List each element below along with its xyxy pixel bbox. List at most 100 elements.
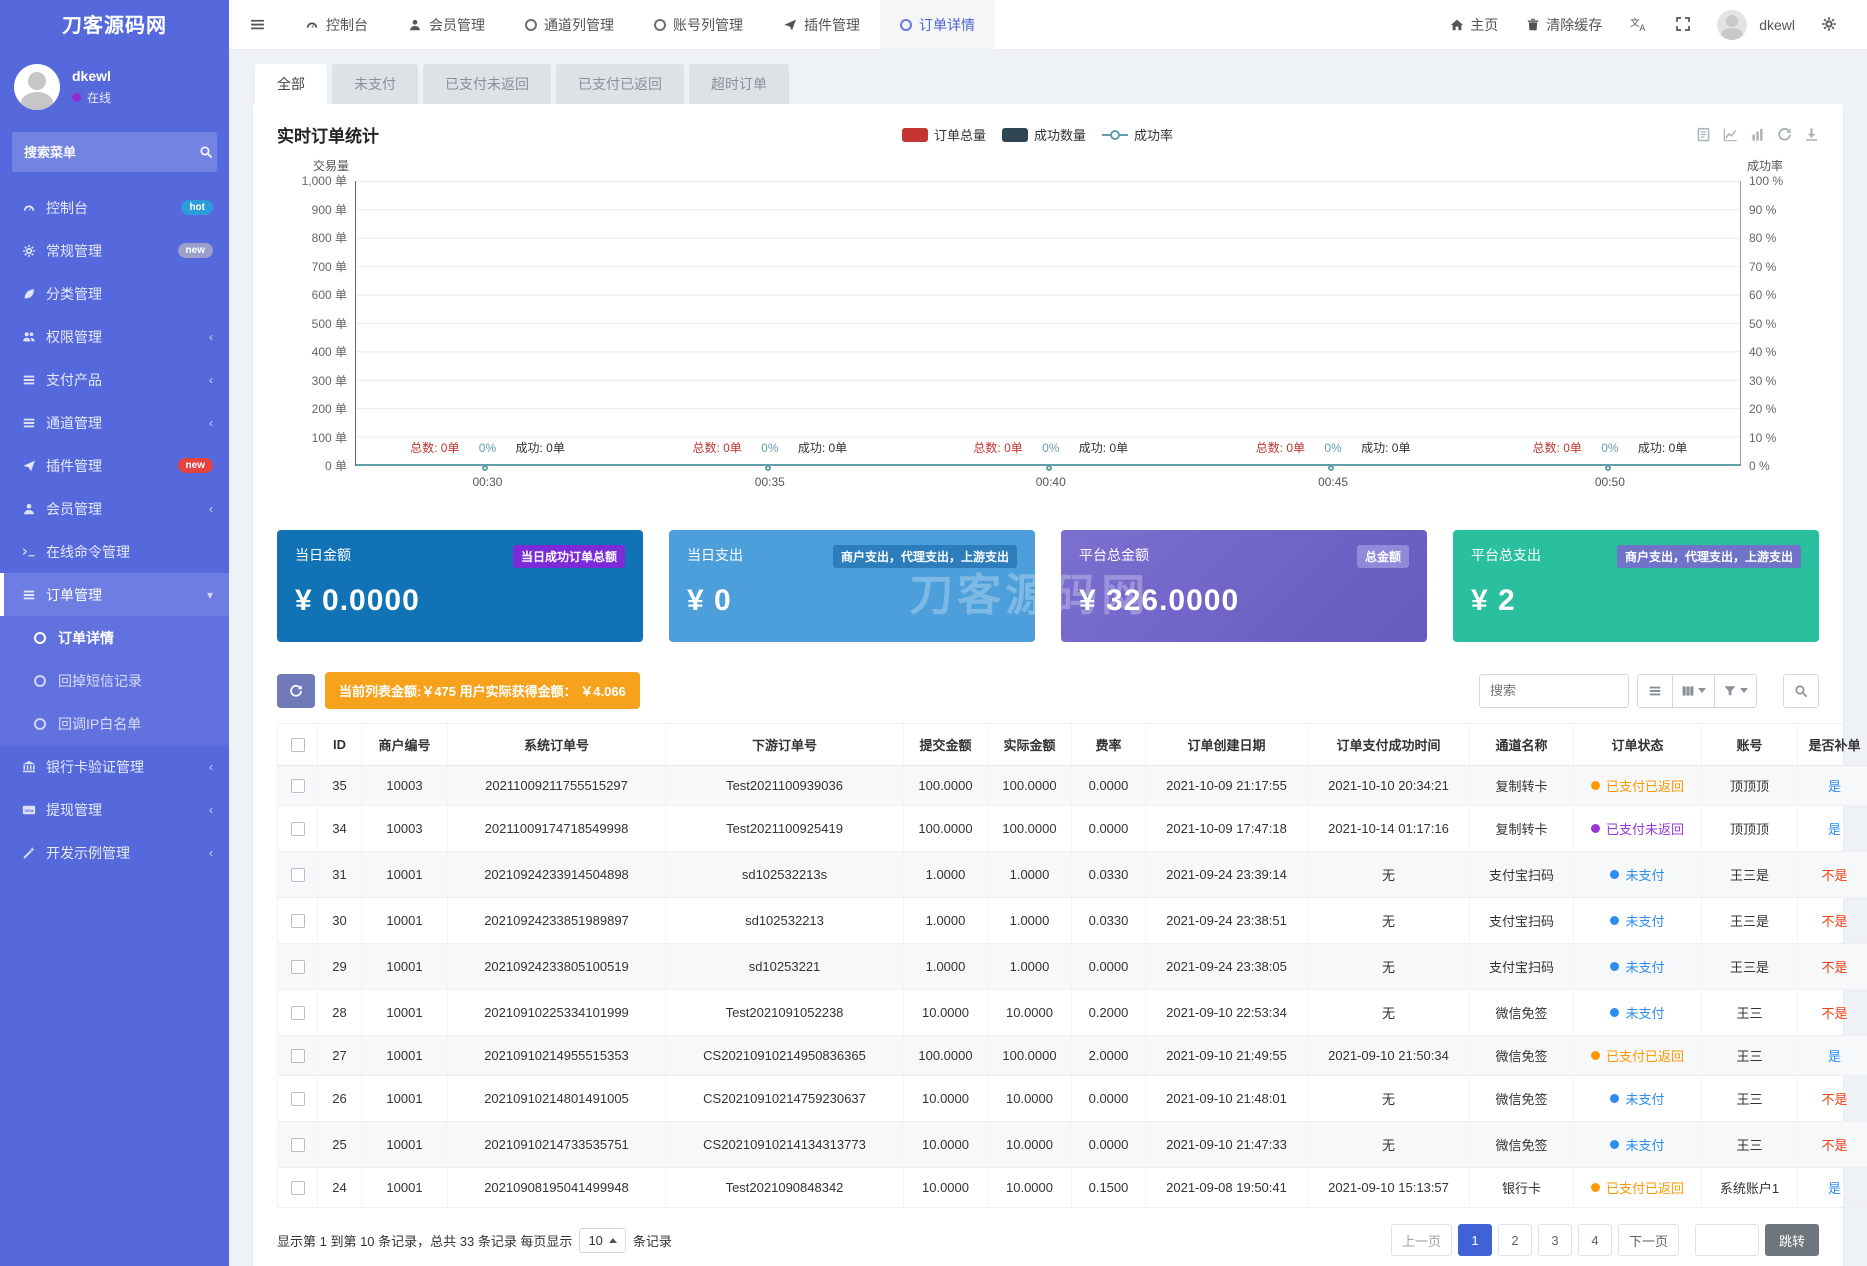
col-makeup[interactable]: 是否补单: [1798, 724, 1867, 766]
row-checkbox[interactable]: [291, 822, 305, 836]
settings-button[interactable]: [1809, 16, 1849, 33]
row-checkbox[interactable]: [291, 914, 305, 928]
search-icon[interactable]: [199, 145, 213, 160]
page-button[interactable]: 1: [1458, 1224, 1492, 1256]
sidebar-item[interactable]: 插件管理 new: [0, 444, 229, 487]
col-id[interactable]: ID: [318, 724, 362, 766]
sidebar-user-box[interactable]: dkewl 在线: [0, 52, 229, 126]
stat-card: 当日金额 当日成功订单总额 ¥ 0.0000: [277, 530, 643, 642]
sidebar-item[interactable]: 控制台 hot: [0, 186, 229, 229]
chart-download-icon[interactable]: [1804, 127, 1819, 142]
line-chart-icon[interactable]: [1723, 127, 1738, 142]
topnav-item[interactable]: 控制台: [285, 0, 388, 49]
topnav-item[interactable]: 订单详情: [880, 0, 995, 49]
jump-page-input[interactable]: [1695, 1224, 1759, 1256]
page-button[interactable]: 4: [1578, 1224, 1612, 1256]
toggle-view-button[interactable]: [1637, 674, 1673, 708]
export-button[interactable]: [1715, 674, 1757, 708]
col-account[interactable]: 账号: [1702, 724, 1798, 766]
data-view-icon[interactable]: [1696, 127, 1711, 142]
cell-rate: 2.0000: [1072, 1036, 1146, 1076]
stat-card-title: 当日金额: [295, 545, 351, 565]
sidebar-item[interactable]: 权限管理 ‹: [0, 315, 229, 358]
legend-success-count[interactable]: 成功数量: [1002, 125, 1086, 144]
sidebar-item[interactable]: 分类管理: [0, 272, 229, 315]
sidebar-item[interactable]: 在线命令管理: [0, 530, 229, 573]
col-actual-amount[interactable]: 实际金额: [988, 724, 1072, 766]
translate-icon: [1630, 16, 1647, 33]
chevron-icon: ‹: [209, 373, 213, 387]
row-checkbox[interactable]: [291, 1006, 305, 1020]
topnav-item[interactable]: 通道列管理: [505, 0, 634, 49]
legend-line-marker: [1102, 134, 1128, 136]
sidebar-item[interactable]: 通道管理 ‹: [0, 401, 229, 444]
legend-success-rate[interactable]: 成功率: [1102, 125, 1173, 144]
topbar-username[interactable]: dkewl: [1759, 17, 1795, 33]
col-channel[interactable]: 通道名称: [1470, 724, 1574, 766]
translate-button[interactable]: [1618, 16, 1659, 34]
sidebar-item[interactable]: 回调IP白名单: [0, 702, 229, 745]
sidebar-item[interactable]: 支付产品 ‹: [0, 358, 229, 401]
chart-legend: 订单总量 成功数量 成功率: [902, 125, 1173, 144]
table-search-input[interactable]: [1479, 674, 1629, 708]
page-button[interactable]: 3: [1538, 1224, 1572, 1256]
legend-total[interactable]: 订单总量: [902, 125, 986, 144]
sidebar-item[interactable]: 开发示例管理 ‹: [0, 831, 229, 874]
cell-id: 31: [318, 852, 362, 898]
per-page-select[interactable]: 10: [579, 1228, 625, 1253]
chart-refresh-icon[interactable]: [1777, 127, 1792, 142]
sidebar-item-label: 支付产品: [46, 370, 205, 390]
sidebar-search-input[interactable]: [24, 145, 199, 160]
fullscreen-button[interactable]: [1663, 16, 1703, 33]
col-created[interactable]: 订单创建日期: [1146, 724, 1308, 766]
page-button[interactable]: 2: [1498, 1224, 1532, 1256]
col-paid-time[interactable]: 订单支付成功时间: [1308, 724, 1470, 766]
home-link[interactable]: 主页: [1438, 0, 1510, 50]
col-submit-amount[interactable]: 提交金额: [904, 724, 988, 766]
topnav-item[interactable]: 账号列管理: [634, 0, 763, 49]
row-checkbox[interactable]: [291, 779, 305, 793]
row-checkbox[interactable]: [291, 868, 305, 882]
col-downstream-order-no[interactable]: 下游订单号: [666, 724, 904, 766]
row-checkbox[interactable]: [291, 1138, 305, 1152]
cell-system-order-no: 20210910214955515353: [448, 1036, 666, 1076]
filter-tab[interactable]: 已支付未返回: [423, 64, 551, 104]
row-checkbox[interactable]: [291, 960, 305, 974]
next-page-button[interactable]: 下一页: [1618, 1224, 1679, 1256]
status-badge: 已支付已返回: [1591, 776, 1684, 795]
sidebar-item[interactable]: 回掉短信记录: [0, 659, 229, 702]
col-system-order-no[interactable]: 系统订单号: [448, 724, 666, 766]
sidebar-item-icon: [22, 459, 46, 473]
row-checkbox[interactable]: [291, 1092, 305, 1106]
filter-tab[interactable]: 全部: [255, 64, 327, 104]
topnav-item[interactable]: 插件管理: [763, 0, 880, 49]
row-checkbox[interactable]: [291, 1049, 305, 1063]
cell-rate: 0.0000: [1072, 766, 1146, 806]
topnav-item[interactable]: 会员管理: [388, 0, 505, 49]
sidebar-item[interactable]: 提现管理 ‹: [0, 788, 229, 831]
sidebar-item[interactable]: 订单管理 ▾: [0, 573, 229, 616]
menu-toggle-icon[interactable]: [229, 0, 285, 49]
col-rate[interactable]: 费率: [1072, 724, 1146, 766]
sidebar-item[interactable]: 订单详情: [0, 616, 229, 659]
topnav-item-label: 插件管理: [804, 15, 860, 35]
row-checkbox[interactable]: [291, 1181, 305, 1195]
topbar-avatar[interactable]: [1717, 10, 1747, 40]
col-merchant[interactable]: 商户编号: [362, 724, 448, 766]
table-search-button[interactable]: [1783, 674, 1819, 708]
prev-page-button[interactable]: 上一页: [1391, 1224, 1452, 1256]
clear-cache-link[interactable]: 清除缓存: [1514, 0, 1614, 50]
sidebar-item[interactable]: 银行卡验证管理 ‹: [0, 745, 229, 788]
filter-tab[interactable]: 未支付: [332, 64, 418, 104]
sidebar-item[interactable]: 会员管理 ‹: [0, 487, 229, 530]
select-all-checkbox[interactable]: [291, 738, 305, 752]
jump-button[interactable]: 跳转: [1765, 1224, 1819, 1256]
filter-tab[interactable]: 超时订单: [689, 64, 789, 104]
columns-icon: [1681, 684, 1695, 698]
refresh-button[interactable]: [277, 674, 315, 708]
bar-chart-icon[interactable]: [1750, 127, 1765, 142]
columns-button[interactable]: [1673, 674, 1715, 708]
col-status[interactable]: 订单状态: [1574, 724, 1702, 766]
filter-tab[interactable]: 已支付已返回: [556, 64, 684, 104]
sidebar-item[interactable]: 常规管理 new: [0, 229, 229, 272]
